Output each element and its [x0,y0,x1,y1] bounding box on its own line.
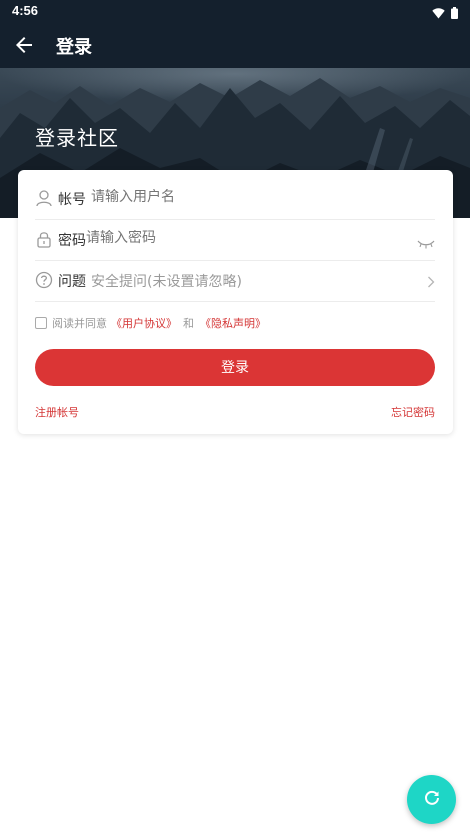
app-bar: 登录 [0,22,470,68]
question-label: 问题 [58,274,86,290]
login-screen: 4:56 登录 登录社区 帐号 请输入用户名 密码 问题 安全提问(未设置请忽略… [0,0,470,837]
refresh-icon [423,789,441,811]
user-icon [35,189,53,207]
account-row: 帐号 [35,178,435,220]
lock-icon [35,230,53,248]
banner-title: 登录社区 [35,126,119,150]
question-row[interactable]: 问题 安全提问(未设置请忽略) [35,260,435,302]
login-card: 帐号 密码 [18,170,453,434]
question-value: 安全提问(未设置请忽略) [91,274,242,290]
wifi-icon [432,4,445,23]
user-agreement-link[interactable]: 《用户协议》 [111,315,177,331]
status-icons [432,4,458,23]
account-input[interactable] [91,189,381,205]
page-title: 登录 [56,37,92,58]
arrow-left-icon[interactable] [12,33,36,57]
chevron-right-icon [427,273,435,292]
login-button[interactable]: 登录 [35,349,435,386]
agreement-conjunction: 和 [183,317,194,330]
register-link[interactable]: 注册帐号 [35,404,79,420]
privacy-policy-link[interactable]: 《隐私声明》 [200,315,266,331]
refresh-fab[interactable] [407,775,456,824]
agreement-line: 阅读并同意 《用户协议》 和 《隐私声明》 [35,315,266,331]
account-label: 帐号 [58,192,86,208]
password-row: 密码 [35,219,435,261]
password-input[interactable] [86,230,376,246]
eye-closed-icon[interactable] [417,234,435,253]
forgot-password-link[interactable]: 忘记密码 [391,404,435,420]
agreement-checkbox[interactable] [35,317,47,329]
question-circle-icon [35,271,53,289]
battery-icon [451,4,458,23]
password-label: 密码 [58,233,86,249]
status-bar: 4:56 [0,0,470,22]
agreement-prefix: 阅读并同意 [52,317,107,330]
status-time: 4:56 [12,3,39,18]
